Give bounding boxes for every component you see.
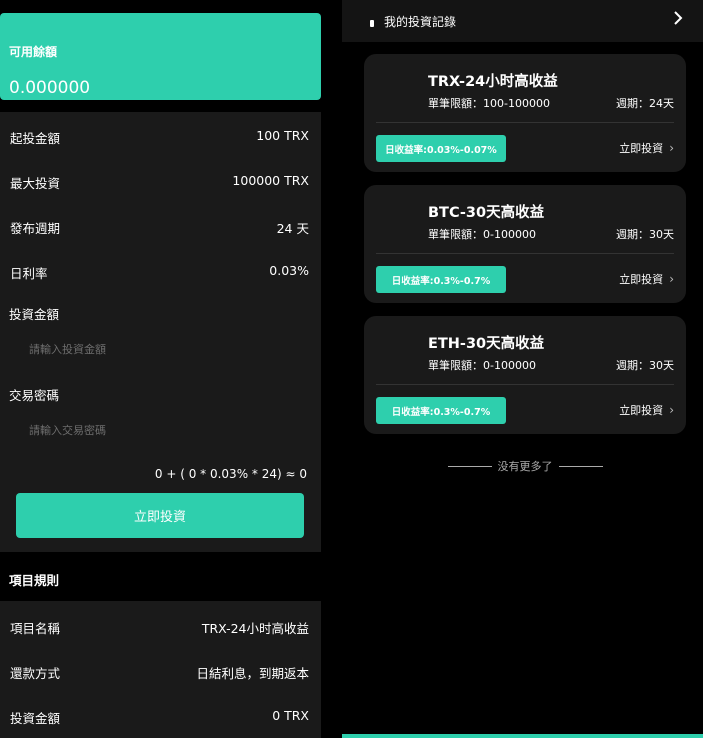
info-row-value: 24 天 xyxy=(276,221,309,236)
rules-title: 項目規則 xyxy=(9,573,60,588)
invest-now-label: 立即投資 xyxy=(619,404,664,417)
info-row-label: 最大投資 xyxy=(10,176,61,191)
info-row-label: 日利率 xyxy=(10,266,48,281)
card-divider xyxy=(376,253,674,254)
record-icon xyxy=(370,20,374,27)
no-more-indicator: 没有更多了 xyxy=(442,458,608,474)
rules-row-value: TRX-24小时高收益 xyxy=(201,621,309,636)
earnings-formula: 0 + ( 0 * 0.03% * 24) ≈ 0 xyxy=(154,467,307,481)
chevron-right-icon: › xyxy=(669,141,674,155)
info-row-label: 起投金額 xyxy=(10,131,61,146)
rules-row-label: 投資金額 xyxy=(10,711,61,726)
bottom-accent-bar xyxy=(342,734,703,738)
daily-rate-badge: 日收益率:0.3%-0.7% xyxy=(376,397,506,424)
product-title: ETH-30天高收益 xyxy=(428,336,545,352)
rules-row-repayment: 還款方式 日結利息，到期返本 xyxy=(10,663,309,682)
investment-form-panel: 起投金額 100 TRX 最大投資 100000 TRX 發布週期 24 天 日… xyxy=(0,112,321,552)
product-card-btc[interactable]: BTC-30天高收益 單筆限額：0-100000 週期：30天 日收益率:0.3… xyxy=(364,185,686,303)
invest-now-button[interactable]: 立即投資 xyxy=(16,493,304,538)
password-input[interactable]: 請輸入交易密碼 xyxy=(29,422,106,438)
invest-now-label: 立即投資 xyxy=(619,142,664,155)
product-limit: 單筆限額：0-100000 xyxy=(428,228,536,241)
chevron-right-icon[interactable] xyxy=(673,10,683,29)
product-period: 週期：30天 xyxy=(616,359,674,372)
card-divider xyxy=(376,122,674,123)
balance-value: 0.000000 xyxy=(9,78,91,98)
info-row-value: 0.03% xyxy=(269,263,309,278)
product-period: 週期：24天 xyxy=(616,97,674,110)
chevron-right-icon: › xyxy=(669,403,674,417)
amount-input[interactable]: 請輸入投資金額 xyxy=(29,341,106,357)
rules-row-value: 0 TRX xyxy=(272,708,309,723)
card-divider xyxy=(376,384,674,385)
info-row-daily-rate: 日利率 0.03% xyxy=(10,263,309,282)
investment-detail-pane: 可用餘額 0.000000 起投金額 100 TRX 最大投資 100000 T… xyxy=(0,0,321,738)
rules-row-name: 項目名稱 TRX-24小时高收益 xyxy=(10,618,309,637)
product-limit: 單筆限額：0-100000 xyxy=(428,359,536,372)
balance-card: 可用餘額 0.000000 xyxy=(0,13,321,100)
info-row-max-investment: 最大投資 100000 TRX xyxy=(10,173,309,192)
info-row-min-investment: 起投金額 100 TRX xyxy=(10,128,309,147)
rules-panel: 項目名稱 TRX-24小时高收益 還款方式 日結利息，到期返本 投資金額 0 T… xyxy=(0,601,321,738)
divider-line xyxy=(447,465,492,467)
product-list-pane: 我的投資記錄 TRX-24小时高收益 單筆限額：100-100000 週期：24… xyxy=(342,0,703,738)
daily-rate-badge: 日收益率:0.03%-0.07% xyxy=(376,135,506,162)
amount-label: 投資金額 xyxy=(9,307,60,322)
rules-row-amount: 投資金額 0 TRX xyxy=(10,708,309,727)
chevron-right-icon: › xyxy=(669,272,674,286)
info-row-value: 100000 TRX xyxy=(232,173,309,188)
invest-now-link[interactable]: 立即投資 › xyxy=(619,402,674,418)
product-limit: 單筆限額：100-100000 xyxy=(428,97,550,110)
invest-now-link[interactable]: 立即投資 › xyxy=(619,271,674,287)
info-row-period: 發布週期 24 天 xyxy=(10,218,309,237)
balance-label: 可用餘額 xyxy=(9,45,58,59)
divider-line xyxy=(558,465,603,467)
product-period: 週期：30天 xyxy=(616,228,674,241)
product-title: TRX-24小时高收益 xyxy=(428,74,558,90)
product-card-trx[interactable]: TRX-24小时高收益 單筆限額：100-100000 週期：24天 日收益率:… xyxy=(364,54,686,172)
daily-rate-badge: 日收益率:0.3%-0.7% xyxy=(376,266,506,293)
product-title: BTC-30天高收益 xyxy=(428,205,545,221)
product-card-eth[interactable]: ETH-30天高收益 單筆限額：0-100000 週期：30天 日收益率:0.3… xyxy=(364,316,686,434)
pane-divider xyxy=(321,0,342,738)
rules-row-value: 日結利息，到期返本 xyxy=(196,666,309,681)
rules-row-label: 還款方式 xyxy=(10,666,61,681)
invest-now-link[interactable]: 立即投資 › xyxy=(619,140,674,156)
invest-now-label: 立即投資 xyxy=(619,273,664,286)
no-more-text: 没有更多了 xyxy=(497,460,553,473)
info-row-label: 發布週期 xyxy=(10,221,61,236)
rules-row-label: 項目名稱 xyxy=(10,621,61,636)
password-label: 交易密碼 xyxy=(9,388,60,403)
info-row-value: 100 TRX xyxy=(256,128,309,143)
investment-records-title: 我的投資記錄 xyxy=(384,15,457,29)
investment-records-header[interactable]: 我的投資記錄 xyxy=(342,0,703,42)
